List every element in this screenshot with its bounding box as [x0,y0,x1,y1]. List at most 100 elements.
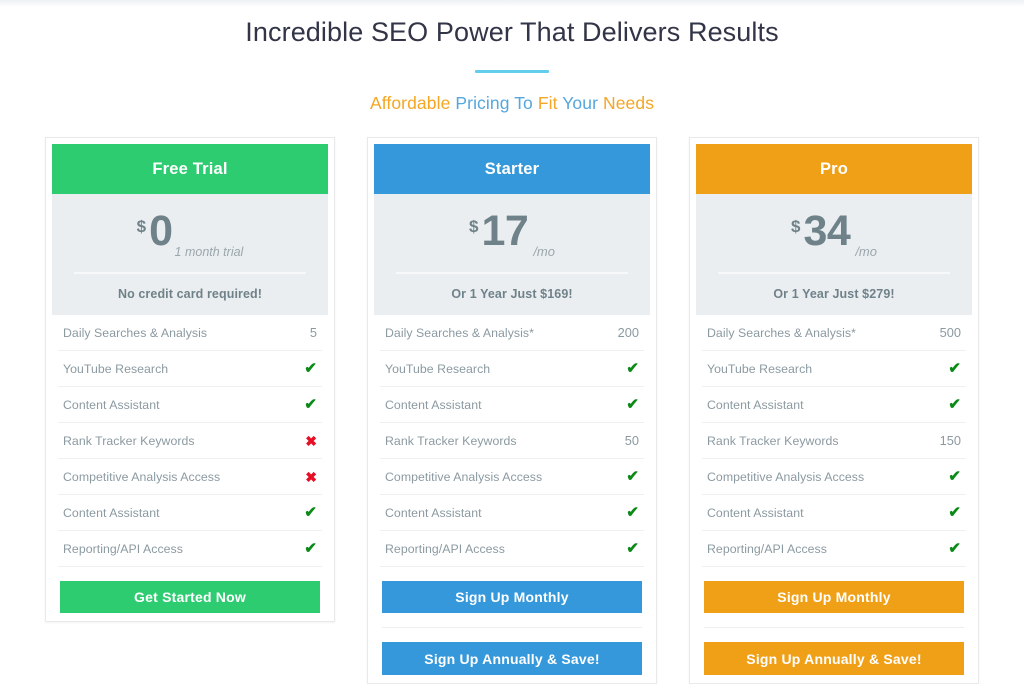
feature-row: Content Assistant ✔ [702,495,966,531]
feature-value: 5 [309,325,317,340]
feature-row: Rank Tracker Keywords ✖ [58,423,322,459]
feature-label: Daily Searches & Analysis* [707,325,856,340]
cta-area: Sign Up Monthly Sign Up Annually & Save! [374,581,650,675]
feature-label: Rank Tracker Keywords [385,433,517,448]
feature-label: Content Assistant [63,397,160,412]
feature-row: Daily Searches & Analysis* 500 [702,315,966,351]
price-row: $17/mo [388,210,636,262]
feature-label: Reporting/API Access [63,541,183,556]
check-icon: ✔ [626,360,639,377]
feature-value: 50 [624,433,639,448]
feature-label: Rank Tracker Keywords [707,433,839,448]
feature-label: YouTube Research [63,361,169,376]
feature-row: Content Assistant ✔ [58,387,322,423]
feature-value: 500 [939,325,961,340]
currency-symbol: $ [469,217,479,236]
pricing-card-starter: Starter $17/mo Or 1 Year Just $169! Daily S… [367,137,657,684]
price-amount: 17 [481,207,529,255]
price-period: /mo [533,244,555,259]
price-divider [718,272,950,274]
feature-label: Competitive Analysis Access [385,469,543,484]
page-subtitle: Affordable Pricing To Fit Your Needs [0,93,1024,114]
get-started-now-button[interactable]: Get Started Now [60,581,320,613]
page-title: Incredible SEO Power That Delivers Resul… [245,17,779,47]
price-period: /mo [855,244,877,259]
title-underline-rule [475,70,549,73]
subtitle-word: Pricing To [450,93,533,113]
check-icon: ✔ [626,540,639,557]
price-amount: 34 [803,207,851,255]
feature-row: YouTube Research ✔ [58,351,322,387]
plan-name-header: Free Trial [52,144,328,194]
price-note: Or 1 Year Just $279! [773,287,895,301]
feature-row: YouTube Research ✔ [380,351,644,387]
feature-row: Competitive Analysis Access ✖ [58,459,322,495]
check-icon: ✔ [948,540,961,557]
cross-icon: ✖ [305,432,317,449]
check-icon: ✔ [948,504,961,521]
price-note: No credit card required! [117,287,263,301]
feature-list: Daily Searches & Analysis 5 YouTube Resear… [52,315,328,567]
feature-row: Rank Tracker Keywords 150 [702,423,966,459]
subtitle-word: Fit [532,93,558,113]
check-icon: ✔ [626,504,639,521]
subtitle-word: Your [557,93,598,113]
pricing-card-free-trial: Free Trial $0 1 month trial No credit card … [45,137,335,622]
feature-list: Daily Searches & Analysis* 500 YouTube Res… [696,315,972,567]
feature-row: Content Assistant ✔ [380,387,644,423]
check-icon: ✔ [626,468,639,485]
button-divider [382,627,642,628]
feature-row: Content Assistant ✔ [58,495,322,531]
button-divider [704,627,964,628]
price-row: $0 1 month trial [66,210,314,262]
pricing-page: Incredible SEO Power That Delivers Resul… [0,0,1024,684]
feature-label: Competitive Analysis Access [707,469,865,484]
feature-row: YouTube Research ✔ [702,351,966,387]
feature-label: Content Assistant [63,505,160,520]
feature-label: Reporting/API Access [385,541,505,556]
feature-label: Content Assistant [707,505,804,520]
price-row: $34/mo [710,210,958,262]
sign-up-annually-button[interactable]: Sign Up Annually & Save! [704,642,964,675]
feature-row: Content Assistant ✔ [380,495,644,531]
feature-label: Daily Searches & Analysis [63,325,208,340]
feature-value: 200 [617,325,639,340]
feature-label: Content Assistant [707,397,804,412]
currency-symbol: $ [136,217,147,236]
sign-up-monthly-button[interactable]: Sign Up Monthly [704,581,964,613]
feature-row: Competitive Analysis Access ✔ [380,459,644,495]
feature-value: 150 [939,433,961,448]
price-block: $34/mo Or 1 Year Just $279! [696,194,972,315]
feature-row: Rank Tracker Keywords 50 [380,423,644,459]
feature-row: Reporting/API Access ✔ [702,531,966,567]
feature-list: Daily Searches & Analysis* 200 YouTube Res… [374,315,650,567]
feature-label: Content Assistant [385,505,482,520]
check-icon: ✔ [948,360,961,377]
cta-area: Get Started Now [52,581,328,613]
feature-row: Reporting/API Access ✔ [380,531,644,567]
feature-label: Rank Tracker Keywords [63,433,195,448]
pricing-card-pro: Pro $34/mo Or 1 Year Just $279! Daily Searc… [689,137,979,684]
feature-row: Daily Searches & Analysis* 200 [380,315,644,351]
price-note: Or 1 Year Just $169! [451,287,573,301]
feature-row: Reporting/API Access ✔ [58,531,322,567]
feature-label: Daily Searches & Analysis* [385,325,534,340]
feature-label: YouTube Research [707,361,813,376]
feature-row: Competitive Analysis Access ✔ [702,459,966,495]
plan-name-header: Starter [374,144,650,194]
check-icon: ✔ [304,540,317,557]
price-block: $17/mo Or 1 Year Just $169! [374,194,650,315]
feature-label: Content Assistant [385,397,482,412]
feature-label: Reporting/API Access [707,541,827,556]
subtitle-word: Affordable [369,93,451,113]
subtitle-word: Needs [598,93,655,113]
feature-row: Daily Searches & Analysis 5 [58,315,322,351]
cta-area: Sign Up Monthly Sign Up Annually & Save! [696,581,972,675]
sign-up-monthly-button[interactable]: Sign Up Monthly [382,581,642,613]
pricing-card-grid: Free Trial $0 1 month trial No credit card … [0,137,1024,684]
sign-up-annually-button[interactable]: Sign Up Annually & Save! [382,642,642,675]
check-icon: ✔ [948,396,961,413]
price-amount: 0 [149,207,173,255]
cross-icon: ✖ [305,468,317,485]
feature-label: Competitive Analysis Access [63,469,221,484]
